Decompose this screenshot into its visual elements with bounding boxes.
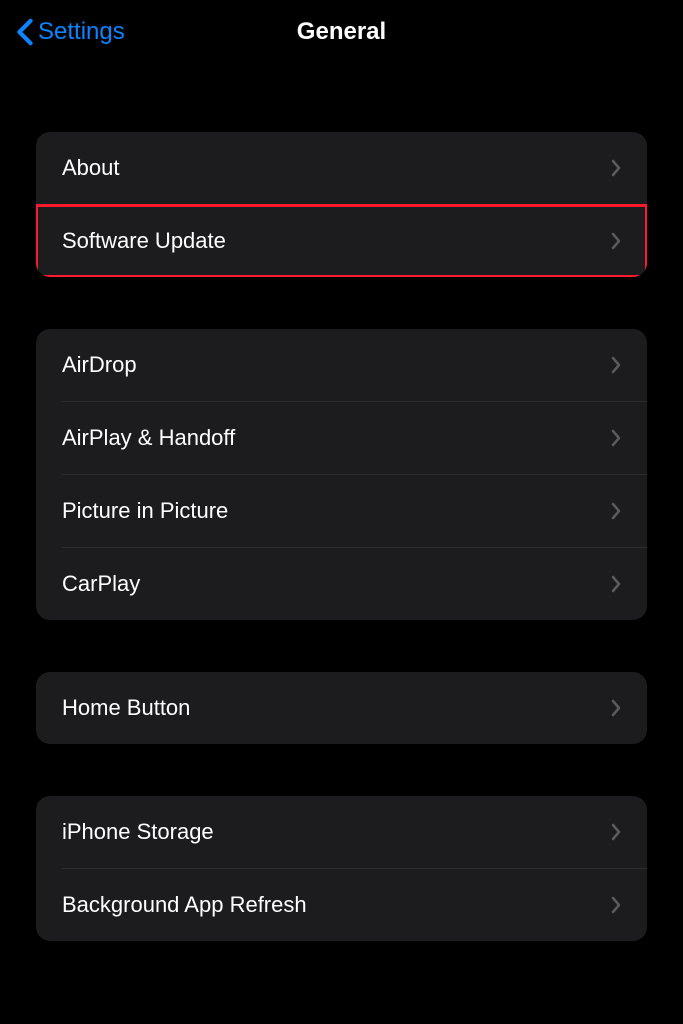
settings-group-about: About Software Update	[36, 132, 647, 277]
page-title: General	[297, 18, 386, 46]
chevron-right-icon	[611, 699, 621, 717]
chevron-right-icon	[611, 429, 621, 447]
chevron-right-icon	[611, 356, 621, 374]
row-label: iPhone Storage	[62, 819, 214, 845]
row-home-button[interactable]: Home Button	[36, 672, 647, 744]
back-label: Settings	[38, 18, 125, 46]
chevron-right-icon	[611, 575, 621, 593]
row-label: CarPlay	[62, 571, 140, 597]
settings-group-connectivity: AirDrop AirPlay & Handoff Picture in Pic…	[36, 329, 647, 620]
chevron-right-icon	[611, 896, 621, 914]
row-airdrop[interactable]: AirDrop	[36, 329, 647, 401]
row-carplay[interactable]: CarPlay	[36, 548, 647, 620]
row-label: Home Button	[62, 695, 190, 721]
row-airplay-handoff[interactable]: AirPlay & Handoff	[36, 402, 647, 474]
chevron-right-icon	[611, 159, 621, 177]
row-label: AirPlay & Handoff	[62, 425, 235, 451]
row-label: AirDrop	[62, 352, 137, 378]
chevron-right-icon	[611, 232, 621, 250]
chevron-right-icon	[611, 502, 621, 520]
chevron-left-icon	[16, 18, 34, 46]
row-software-update[interactable]: Software Update	[36, 205, 647, 277]
back-button[interactable]: Settings	[16, 18, 125, 46]
nav-header: Settings General	[0, 0, 683, 64]
settings-group-home: Home Button	[36, 672, 647, 744]
row-label: Software Update	[62, 228, 226, 254]
settings-group-storage: iPhone Storage Background App Refresh	[36, 796, 647, 941]
settings-content: About Software Update AirDrop AirPlay & …	[0, 64, 683, 941]
row-background-app-refresh[interactable]: Background App Refresh	[36, 869, 647, 941]
row-label: About	[62, 155, 120, 181]
row-label: Background App Refresh	[62, 892, 307, 918]
row-picture-in-picture[interactable]: Picture in Picture	[36, 475, 647, 547]
row-about[interactable]: About	[36, 132, 647, 204]
row-label: Picture in Picture	[62, 498, 228, 524]
row-iphone-storage[interactable]: iPhone Storage	[36, 796, 647, 868]
chevron-right-icon	[611, 823, 621, 841]
